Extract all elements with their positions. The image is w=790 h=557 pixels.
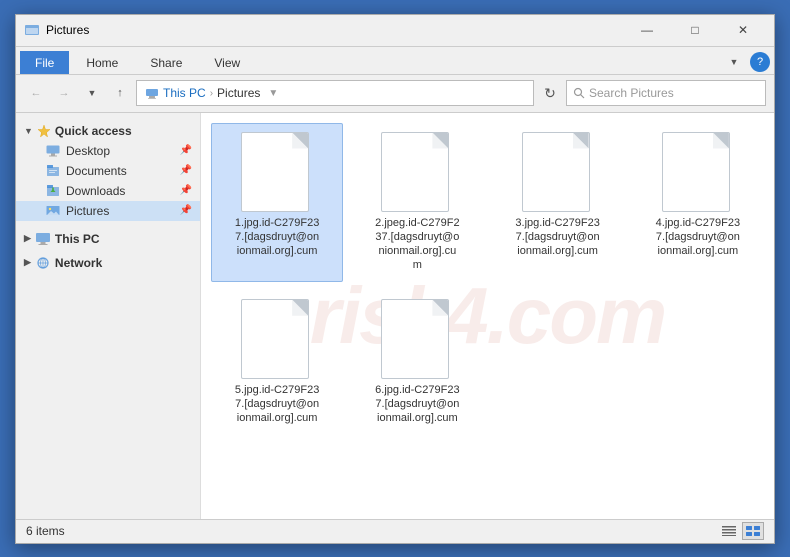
- path-separator-1: ›: [210, 88, 213, 99]
- file-item-3[interactable]: 3.jpg.id-C279F237.[dagsdruyt@onionmail.o…: [492, 123, 624, 282]
- pin-icon-downloads: 📌: [180, 185, 192, 196]
- sidebar-item-pictures-label: Pictures: [66, 204, 109, 218]
- sidebar-item-pictures[interactable]: Pictures 📌: [16, 201, 200, 221]
- sidebar-item-downloads[interactable]: Downloads 📌: [16, 181, 200, 201]
- path-segment-thispc[interactable]: This PC: [163, 86, 206, 100]
- documents-icon: [46, 164, 60, 177]
- desktop-icon: [46, 145, 60, 157]
- file-icon-wrapper-4: [662, 132, 734, 212]
- sidebar-item-desktop-label: Desktop: [66, 144, 110, 158]
- close-button[interactable]: ✕: [720, 15, 766, 45]
- file-icon-2: [381, 132, 449, 212]
- main-content: ▼ Quick access Desktop 📌: [16, 113, 774, 519]
- large-icons-view-button[interactable]: [742, 522, 764, 540]
- sidebar-this-pc-label: This PC: [55, 232, 100, 246]
- downloads-icon: [46, 184, 60, 197]
- file-icon-6: [381, 299, 449, 379]
- title-bar-left: Pictures: [24, 22, 89, 38]
- quick-access-icon: [37, 124, 51, 138]
- window-icon: [24, 22, 40, 38]
- file-icon-wrapper-2: [381, 132, 453, 212]
- search-box[interactable]: Search Pictures: [566, 80, 766, 106]
- pin-icon-documents: 📌: [180, 165, 192, 176]
- back-button[interactable]: ←: [24, 81, 48, 105]
- path-segment-pictures[interactable]: Pictures: [217, 86, 260, 100]
- sidebar-network-label: Network: [55, 256, 102, 270]
- details-view-icon: [722, 526, 736, 536]
- title-bar-controls: — □ ✕: [624, 15, 766, 45]
- ribbon-tabs: File Home Share View ▼ ?: [16, 47, 774, 75]
- this-pc-sidebar-icon: [35, 232, 51, 246]
- recent-button[interactable]: ▼: [80, 81, 104, 105]
- file-item-6[interactable]: 6.jpg.id-C279F237.[dagsdruyt@onionmail.o…: [351, 290, 483, 435]
- tab-share[interactable]: Share: [135, 51, 197, 74]
- tab-home[interactable]: Home: [71, 51, 133, 74]
- file-area: risk4.com 1.jpg.id-C279F237.[dagsdruyt@o…: [201, 113, 774, 519]
- tab-view[interactable]: View: [199, 51, 255, 74]
- up-button[interactable]: ↑: [108, 81, 132, 105]
- file-name-2: 2.jpeg.id-C279F237.[dagsdruyt@onionmail.…: [375, 216, 459, 273]
- pin-icon-desktop: 📌: [180, 145, 192, 156]
- search-placeholder: Search Pictures: [589, 86, 674, 100]
- status-count: 6 items: [26, 524, 65, 538]
- this-pc-icon: [145, 87, 159, 99]
- sidebar-item-documents[interactable]: Documents 📌: [16, 161, 200, 181]
- sidebar-item-desktop[interactable]: Desktop 📌: [16, 141, 200, 161]
- file-item-4[interactable]: 4.jpg.id-C279F237.[dagsdruyt@onionmail.o…: [632, 123, 764, 282]
- large-icons-view-icon: [746, 526, 760, 536]
- file-name-1: 1.jpg.id-C279F237.[dagsdruyt@onionmail.o…: [235, 216, 319, 259]
- sidebar-item-documents-label: Documents: [66, 164, 127, 178]
- quick-access-label: Quick access: [55, 124, 132, 138]
- sidebar: ▼ Quick access Desktop 📌: [16, 113, 201, 519]
- file-icon-4: [662, 132, 730, 212]
- file-icon-3: [522, 132, 590, 212]
- maximize-button[interactable]: □: [672, 15, 718, 45]
- pictures-icon: [46, 204, 60, 217]
- address-bar: ← → ▼ ↑ This PC › Pictures ▼ ↻ Search Pi…: [16, 75, 774, 113]
- sidebar-this-pc[interactable]: ▶ This PC: [16, 229, 200, 249]
- file-item-1[interactable]: 1.jpg.id-C279F237.[dagsdruyt@onionmail.o…: [211, 123, 343, 282]
- file-icon-wrapper-3: [522, 132, 594, 212]
- file-icon-wrapper-5: [241, 299, 313, 379]
- file-icon-5: [241, 299, 309, 379]
- file-icon-wrapper-6: [381, 299, 453, 379]
- file-name-6: 6.jpg.id-C279F237.[dagsdruyt@onionmail.o…: [375, 383, 459, 426]
- ribbon-collapse-button[interactable]: ▼: [722, 50, 746, 74]
- sidebar-network[interactable]: ▶ Network: [16, 253, 200, 273]
- file-item-5[interactable]: 5.jpg.id-C279F237.[dagsdruyt@onionmail.o…: [211, 290, 343, 435]
- files-grid: 1.jpg.id-C279F237.[dagsdruyt@onionmail.o…: [211, 123, 764, 435]
- details-view-button[interactable]: [718, 522, 740, 540]
- explorer-window: Pictures — □ ✕ File Home Share View ▼ ? …: [15, 14, 775, 544]
- tab-file[interactable]: File: [20, 51, 69, 74]
- search-icon: [573, 87, 585, 99]
- refresh-button[interactable]: ↻: [538, 81, 562, 105]
- minimize-button[interactable]: —: [624, 15, 670, 45]
- help-button[interactable]: ?: [750, 52, 770, 72]
- file-name-5: 5.jpg.id-C279F237.[dagsdruyt@onionmail.o…: [235, 383, 319, 426]
- file-name-4: 4.jpg.id-C279F237.[dagsdruyt@onionmail.o…: [656, 216, 740, 259]
- forward-button[interactable]: →: [52, 81, 76, 105]
- address-path[interactable]: This PC › Pictures ▼: [136, 80, 534, 106]
- sidebar-quick-access[interactable]: ▼ Quick access: [16, 121, 200, 141]
- file-item-2[interactable]: 2.jpeg.id-C279F237.[dagsdruyt@onionmail.…: [351, 123, 483, 282]
- sidebar-item-downloads-label: Downloads: [66, 184, 125, 198]
- view-controls: [718, 522, 764, 540]
- title-bar: Pictures — □ ✕: [16, 15, 774, 47]
- file-icon-1: [241, 132, 309, 212]
- network-icon: [35, 256, 51, 270]
- path-chevron[interactable]: ▼: [268, 88, 278, 99]
- pin-icon-pictures: 📌: [180, 205, 192, 216]
- file-name-3: 3.jpg.id-C279F237.[dagsdruyt@onionmail.o…: [515, 216, 599, 259]
- status-bar: 6 items: [16, 519, 774, 543]
- title-bar-title: Pictures: [46, 23, 89, 37]
- file-icon-wrapper-1: [241, 132, 313, 212]
